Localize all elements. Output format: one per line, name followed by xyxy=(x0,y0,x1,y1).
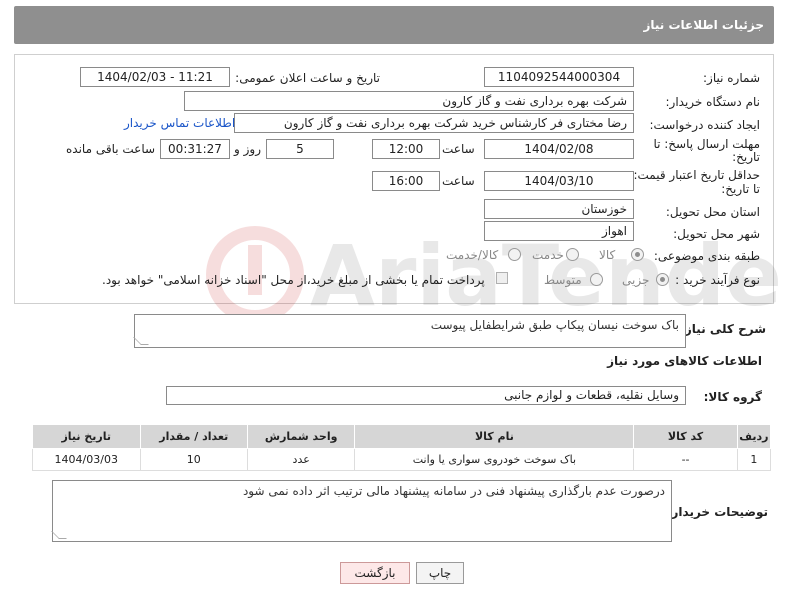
print-button[interactable]: چاپ xyxy=(416,562,464,584)
process-minor-radio[interactable] xyxy=(656,273,669,286)
buyer-org-label: نام دستگاه خریدار: xyxy=(665,95,761,109)
category-both-label: کالا/خدمت xyxy=(446,248,499,262)
col-goods-code: کد کالا xyxy=(633,424,738,449)
cell-goods-name: باک سوخت خودروی سواری یا وانت xyxy=(354,448,635,471)
col-unit: واحد شمارش xyxy=(246,424,356,449)
process-medium-radio[interactable] xyxy=(590,273,603,286)
deadline-date-field: 1404/02/08 xyxy=(484,139,634,159)
deadline-time-field: 12:00 xyxy=(372,139,440,159)
city-field: اهواز xyxy=(484,221,634,241)
process-label: نوع فرآیند خرید : xyxy=(675,273,760,287)
validity-label: حداقل تاریخ اعتبار قیمت: xyxy=(633,168,760,182)
city-label: شهر محل تحویل: xyxy=(673,227,760,241)
process-medium-label: متوسط xyxy=(544,273,582,287)
treasury-payment-note: پرداخت تمام یا بخشی از مبلغ خرید،از محل … xyxy=(102,273,485,287)
goods-table-header: ردیف کد کالا نام کالا واحد شمارش تعداد /… xyxy=(32,424,772,449)
process-minor-label: جزیی xyxy=(622,273,650,287)
buyer-notes-textarea: درصورت عدم بارگذاری پیشنهاد فنی در سامان… xyxy=(51,480,672,542)
deadline-days-label: روز و xyxy=(234,142,261,156)
announce-datetime-label: تاریخ و ساعت اعلان عمومی: xyxy=(235,71,380,85)
remaining-time-label: ساعت باقی مانده xyxy=(66,142,156,156)
category-both-radio[interactable] xyxy=(508,248,521,261)
goods-group-label: گروه کالا: xyxy=(703,390,762,404)
resize-grip-icon xyxy=(133,337,149,345)
buyer-contact-link[interactable]: اطلاعات تماس خریدار xyxy=(124,116,235,130)
back-button[interactable]: بازگشت xyxy=(340,562,410,584)
validity-time-field: 16:00 xyxy=(372,171,440,191)
deadline-days-field: 5 xyxy=(266,139,334,159)
goods-section-title: اطلاعات کالاهای مورد نیاز xyxy=(607,354,762,368)
buyer-notes-label: توضیحات خریدار: xyxy=(666,505,768,519)
resize-grip-icon xyxy=(51,531,67,539)
cell-goods-code: -- xyxy=(633,448,738,471)
table-row: 1 -- باک سوخت خودروی سواری یا وانت عدد 1… xyxy=(32,448,772,471)
validity-time-label: ساعت xyxy=(442,174,475,188)
announce-datetime-field: 1404/02/03 - 11:21 xyxy=(80,67,230,87)
cell-need-date: 1404/03/03 xyxy=(32,448,141,471)
deadline-label: مهلت ارسال پاسخ: تا xyxy=(653,137,760,151)
category-goods-radio[interactable] xyxy=(631,248,644,261)
category-label: طبقه بندی موضوعی: xyxy=(653,249,760,263)
col-row-number: ردیف xyxy=(736,424,772,449)
treasury-payment-checkbox[interactable] xyxy=(496,272,508,284)
col-need-date: تاریخ نیاز xyxy=(32,424,141,449)
need-number-label: شماره نیاز: xyxy=(703,71,760,85)
category-goods-label: کالا xyxy=(599,248,616,262)
goods-table: ردیف کد کالا نام کالا واحد شمارش تعداد /… xyxy=(32,424,772,471)
description-textarea: باک سوخت نیسان پیکاپ طبق شرایطفایل پیوست xyxy=(133,314,686,348)
category-service-label: خدمت xyxy=(532,248,564,262)
cell-unit: عدد xyxy=(246,448,356,471)
province-field: خوزستان xyxy=(484,199,634,219)
description-text: باک سوخت نیسان پیکاپ طبق شرایطفایل پیوست xyxy=(430,318,679,332)
validity-label-date: تا تاریخ: xyxy=(721,182,760,196)
category-service-radio[interactable] xyxy=(566,248,579,261)
deadline-time-label: ساعت xyxy=(442,142,475,156)
buyer-org-field: شرکت بهره برداری نفت و گاز کارون xyxy=(184,91,634,111)
cell-row-number: 1 xyxy=(736,448,772,471)
cell-quantity: 10 xyxy=(139,448,248,471)
col-goods-name: نام کالا xyxy=(354,424,635,449)
province-label: استان محل تحویل: xyxy=(665,205,760,219)
page-title: جزئیات اطلاعات نیاز xyxy=(643,18,764,32)
need-number-field: 1104092544000304 xyxy=(484,67,634,87)
requester-label: ایجاد کننده درخواست: xyxy=(649,118,760,132)
col-quantity: تعداد / مقدار xyxy=(139,424,248,449)
deadline-label-date: تاریخ: xyxy=(732,150,760,164)
description-label: شرح کلی نیاز: xyxy=(680,322,766,336)
buyer-notes-text: درصورت عدم بارگذاری پیشنهاد فنی در سامان… xyxy=(242,484,665,498)
validity-date-field: 1404/03/10 xyxy=(484,171,634,191)
requester-field: رضا مختاری فر کارشناس خرید شرکت بهره برد… xyxy=(234,113,634,133)
goods-group-field: وسایل نقلیه، قطعات و لوازم جانبی xyxy=(166,386,686,405)
remaining-time-field: 00:31:27 xyxy=(160,139,230,159)
